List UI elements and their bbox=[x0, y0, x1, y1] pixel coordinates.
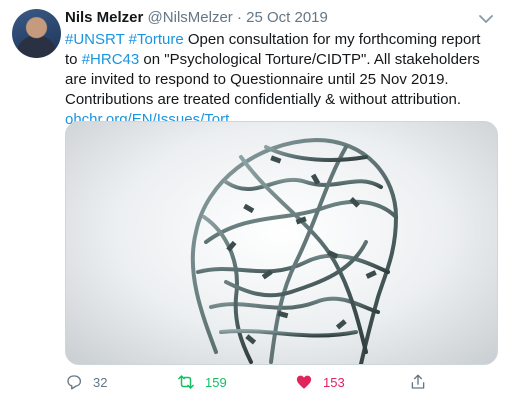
tweet-header: Nils Melzer @NilsMelzer · 25 Oct 2019 bbox=[65, 8, 495, 28]
like-count: 153 bbox=[323, 374, 345, 390]
avatar[interactable] bbox=[12, 9, 61, 58]
tweet-media-image[interactable] bbox=[65, 121, 498, 365]
hashtag-link[interactable]: #HRC43 bbox=[82, 51, 140, 68]
author-name[interactable]: Nils Melzer bbox=[65, 9, 143, 26]
hashtag-link[interactable]: #UNSRT bbox=[65, 31, 124, 48]
author-handle[interactable]: @NilsMelzer bbox=[148, 9, 233, 26]
barbed-wire-head-image bbox=[190, 137, 399, 364]
tweet-text: #UNSRT #Torture Open consultation for my… bbox=[65, 30, 497, 130]
tweet-date[interactable]: 25 Oct 2019 bbox=[246, 9, 328, 26]
share-icon bbox=[411, 374, 425, 389]
reply-count: 32 bbox=[93, 374, 108, 390]
tweet-card[interactable]: Nils Melzer @NilsMelzer · 25 Oct 2019 #U… bbox=[0, 0, 507, 401]
tweet-actions: 32 159 153 bbox=[65, 370, 497, 394]
header-separator: · bbox=[236, 9, 242, 26]
retweet-button[interactable]: 159 bbox=[177, 370, 227, 394]
like-button[interactable]: 153 bbox=[295, 370, 345, 394]
chevron-down-icon[interactable] bbox=[477, 10, 495, 28]
retweet-count: 159 bbox=[205, 374, 227, 390]
share-button[interactable] bbox=[409, 370, 437, 394]
retweet-icon bbox=[178, 375, 194, 389]
heart-icon bbox=[296, 375, 312, 389]
hashtag-link[interactable]: #Torture bbox=[129, 31, 184, 48]
reply-icon bbox=[67, 375, 82, 390]
reply-button[interactable]: 32 bbox=[65, 370, 107, 394]
